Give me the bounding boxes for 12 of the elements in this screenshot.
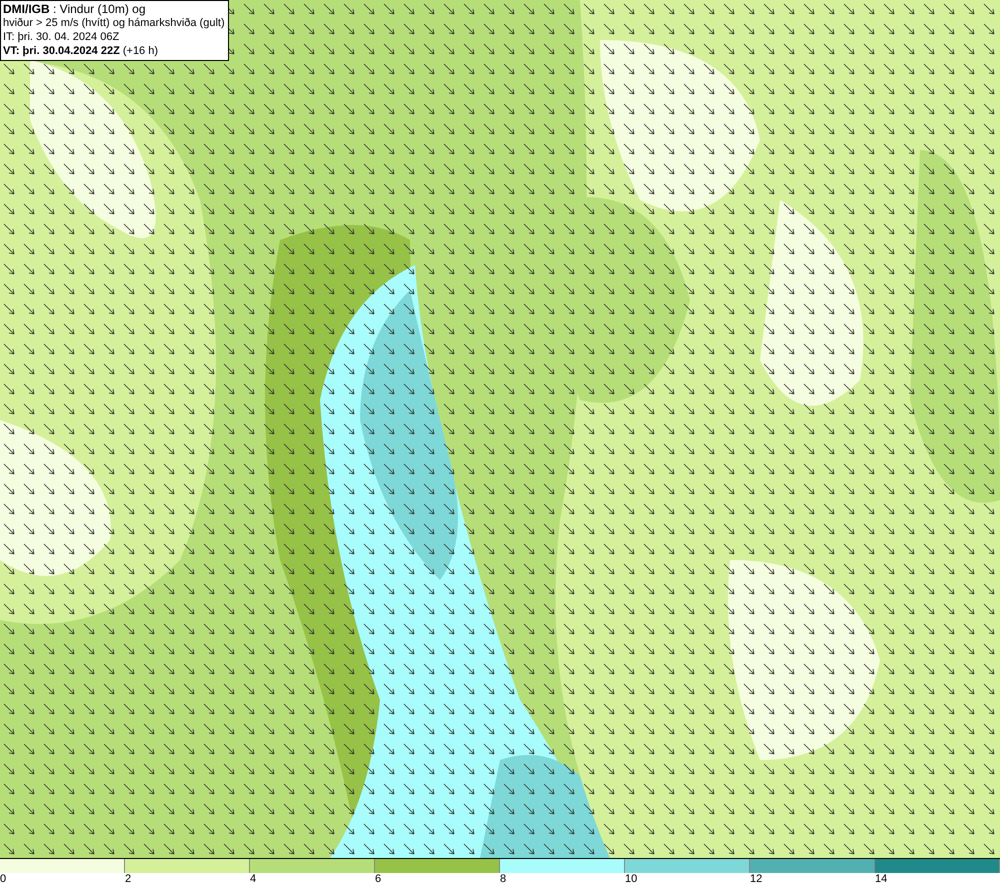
legend-label: 6	[375, 873, 382, 885]
legend-label: 4	[250, 873, 256, 885]
legend-label: 12	[750, 873, 762, 885]
info-text: DMI/IGB : Vindur (10m) og	[3, 2, 146, 16]
legend-label: 2	[125, 873, 132, 885]
info-text: IT: þri. 30. 04. 2024 06Z	[3, 30, 120, 44]
legend-label: 14	[875, 873, 888, 885]
info-text: hviður > 25 m/s (hvítt) og hámarkshviða (gult)	[3, 16, 225, 30]
info-text: VT: þri. 30.04.2024 22Z (+16 h)	[3, 44, 160, 58]
legend-label: 0	[0, 873, 6, 885]
legend-label: 8	[500, 873, 506, 885]
legend-label: 10	[625, 873, 638, 885]
